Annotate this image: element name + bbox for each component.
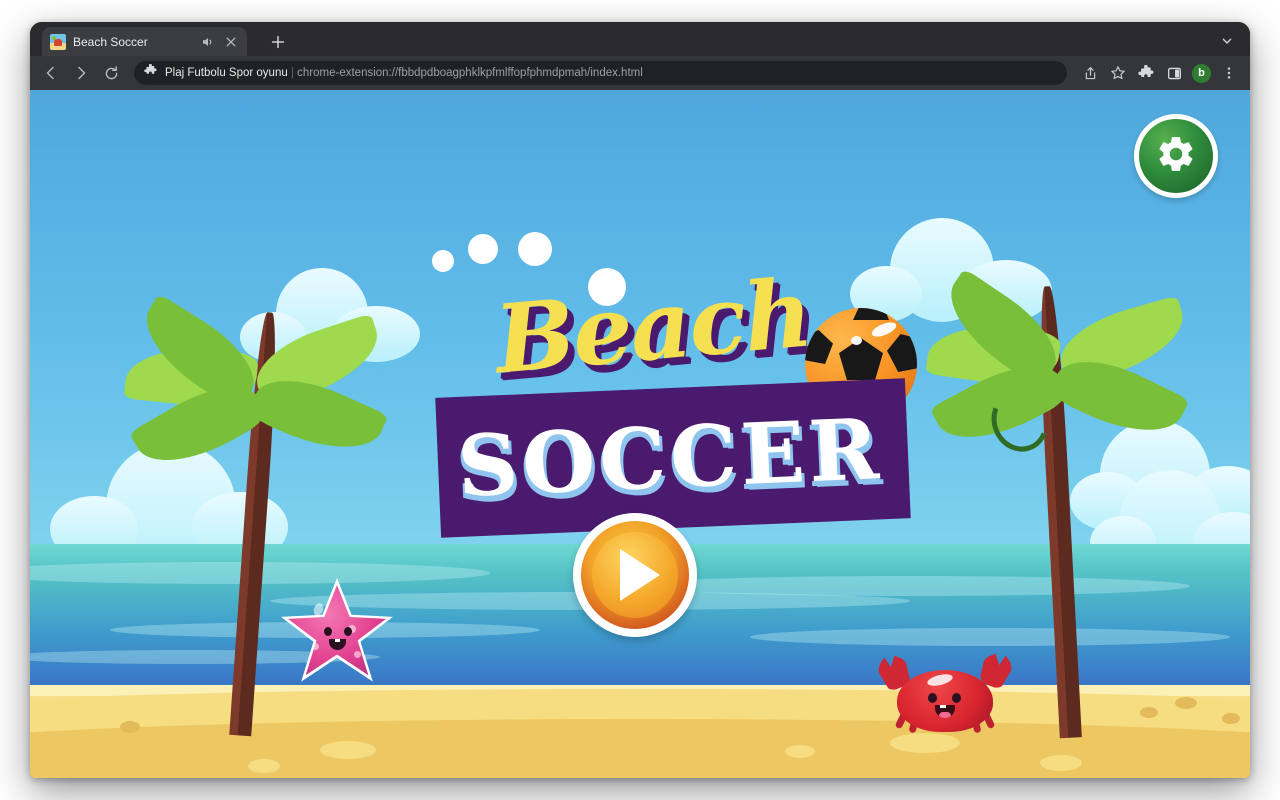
starfish-eye (344, 627, 352, 636)
page-url: chrome-extension://fbbdpdboagphklkpfmlff… (297, 67, 643, 79)
crab-eye (952, 693, 961, 703)
three-dot-menu-icon[interactable] (1216, 60, 1242, 86)
starfish-spot (354, 651, 361, 658)
logo-block-text: SOCCER (455, 399, 885, 516)
beach-soccer-favicon (50, 33, 66, 50)
browser-toolbar: Plaj Futbolu Spor oyunu | chrome-extensi… (30, 56, 1250, 90)
back-arrow-icon[interactable] (38, 60, 64, 86)
new-tab-button[interactable] (266, 30, 290, 54)
extensions-puzzle-icon[interactable] (1133, 60, 1159, 86)
starfish-decoration (281, 578, 393, 682)
browser-tab[interactable]: Beach Soccer (42, 27, 247, 56)
toolbar-right-group: b (1077, 60, 1242, 86)
forward-arrow-icon[interactable] (68, 60, 94, 86)
profile-avatar[interactable]: b (1192, 63, 1211, 83)
logo-bubble (468, 234, 498, 264)
logo-script-text: Beach (490, 258, 815, 396)
share-icon[interactable] (1077, 60, 1103, 86)
settings-button[interactable] (1134, 114, 1218, 198)
tab-strip: Beach Soccer (30, 22, 1250, 56)
extension-puzzle-icon (144, 63, 157, 82)
logo-bubble (518, 232, 552, 266)
play-button[interactable] (573, 513, 697, 637)
crab-eye (928, 693, 937, 703)
game-canvas[interactable]: Beach SOCCER (30, 90, 1250, 778)
play-triangle-icon (620, 549, 660, 601)
game-logo: Beach SOCCER (420, 232, 920, 550)
tab-title: Beach Soccer (73, 34, 148, 49)
site-name: Plaj Futbolu Spor oyunu (165, 67, 288, 79)
browser-window: Beach Soccer Plaj Futbolu Spor oyunu | c… (30, 22, 1250, 778)
sand-pebble (320, 741, 376, 760)
omnibox-separator: | (290, 67, 294, 79)
reload-icon[interactable] (98, 60, 124, 86)
starfish-eye (324, 627, 332, 636)
logo-bubble (432, 250, 454, 272)
side-panel-icon[interactable] (1161, 60, 1187, 86)
bookmark-star-icon[interactable] (1105, 60, 1131, 86)
chevron-down-icon[interactable] (1216, 30, 1238, 52)
gear-icon (1155, 133, 1197, 180)
speaker-playing-icon[interactable] (200, 34, 216, 50)
starfish-spot (312, 643, 319, 650)
address-bar[interactable]: Plaj Futbolu Spor oyunu | chrome-extensi… (134, 61, 1067, 85)
close-icon[interactable] (223, 34, 239, 50)
crab-decoration (875, 645, 1015, 737)
address-bar-text: Plaj Futbolu Spor oyunu | chrome-extensi… (165, 67, 643, 79)
